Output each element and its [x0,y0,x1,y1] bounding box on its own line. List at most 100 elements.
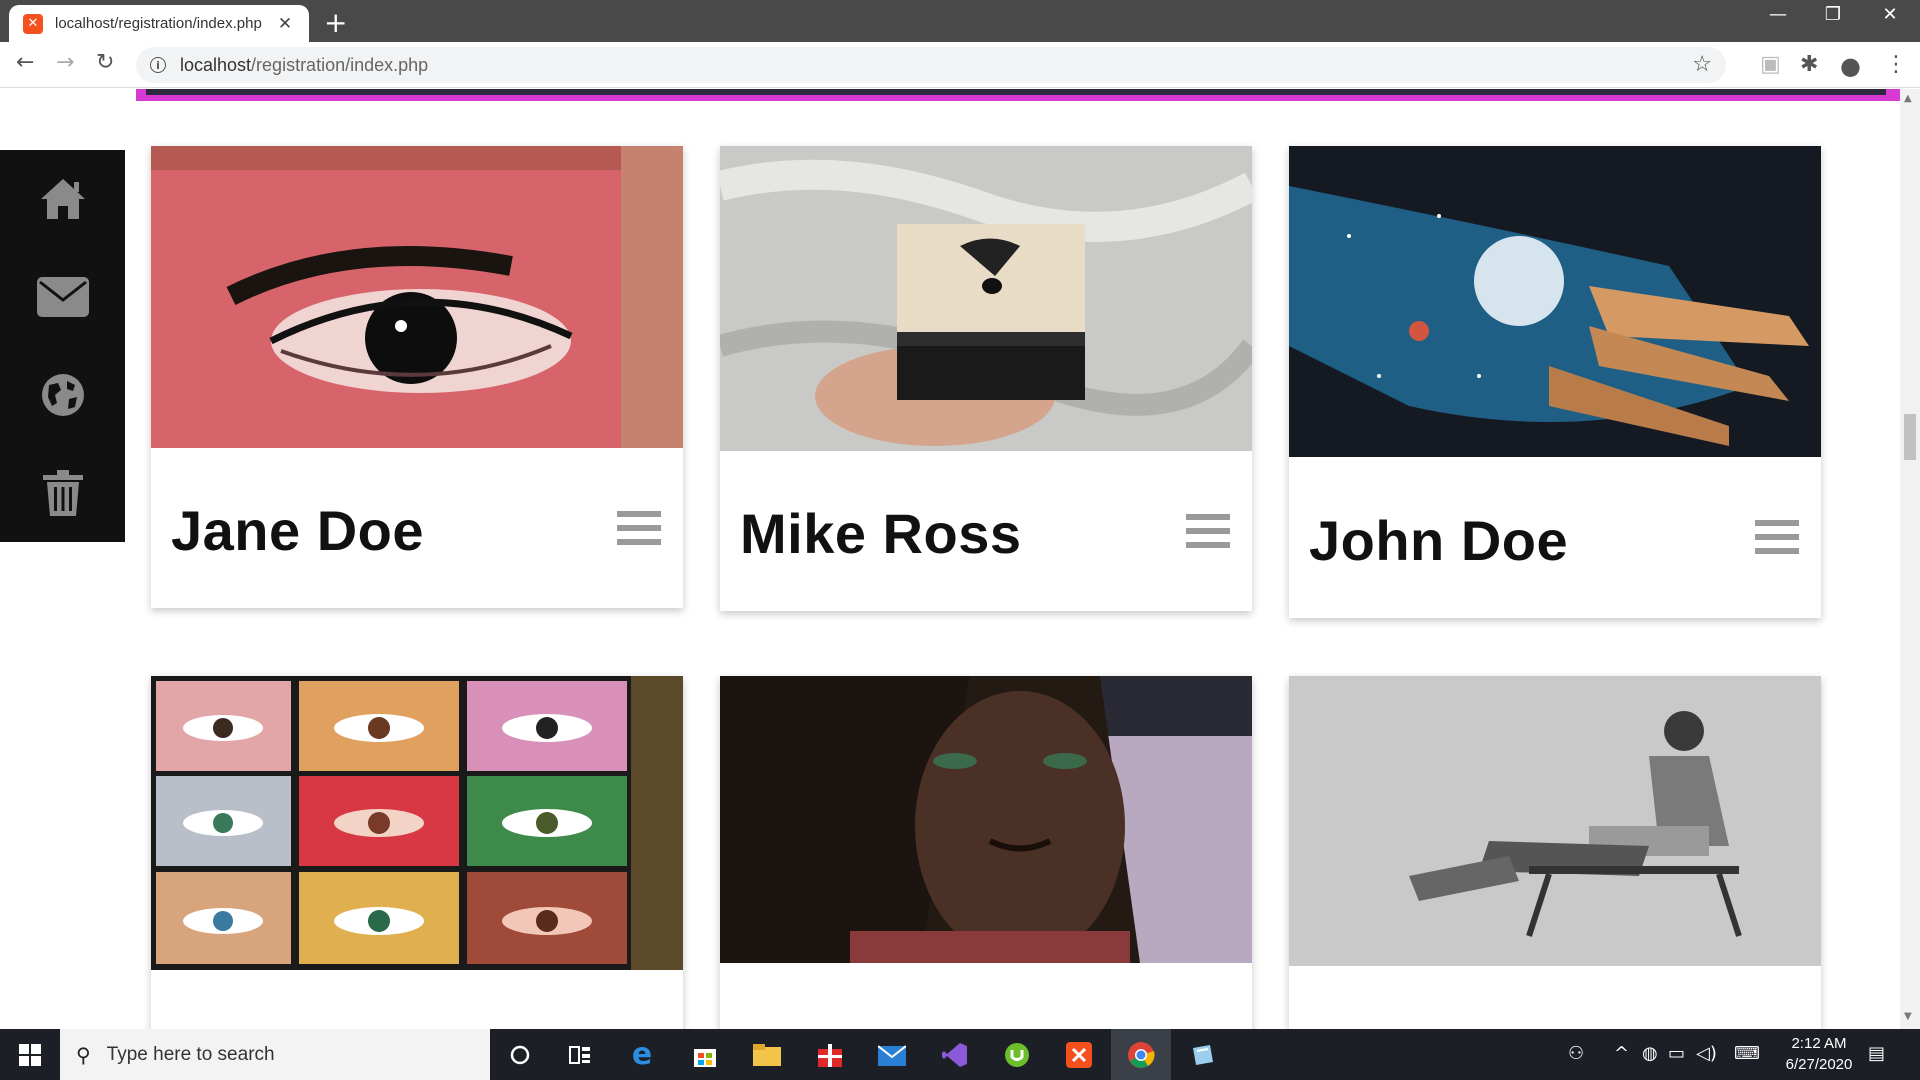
galaxy-hand-image [1289,146,1821,457]
scroll-down-icon[interactable]: ▼ [1904,1011,1912,1022]
card-image[interactable] [720,676,1252,963]
utorrent-logo-icon [1005,1042,1029,1067]
scroll-up-icon[interactable]: ▲ [1904,93,1912,104]
pencil-sketch-image [1289,676,1821,966]
sidebar-item-globe[interactable] [0,346,125,444]
url-text[interactable]: localhost/registration/index.php [180,55,428,76]
artist-name: Jane Doe [171,499,424,562]
scrollbar-thumb[interactable] [1904,414,1916,460]
taskbar-search-box[interactable]: ⚲ Type here to search [60,1029,490,1080]
edge-browser-icon[interactable]: e [612,1029,672,1080]
bookmark-star-icon[interactable]: ☆ [1692,52,1712,77]
forward-arrow-icon[interactable]: → [56,50,74,75]
store-icon[interactable] [675,1029,735,1080]
network-globe-icon[interactable]: ◍ [1642,1043,1658,1064]
artist-card[interactable] [720,676,1252,1029]
notification-center-icon[interactable]: ▤ [1868,1043,1885,1064]
page-scrollbar[interactable]: ▲ ▼ [1900,89,1920,1029]
search-placeholder: Type here to search [106,1043,275,1065]
close-tab-icon[interactable]: ✕ [275,14,295,34]
url-path: /registration/index.php [251,54,429,75]
taskbar-clock[interactable]: 2:12 AM 6/27/2020 [1764,1033,1874,1075]
tray-chevron-icon[interactable]: ^ [1614,1043,1629,1064]
visual-studio-icon[interactable] [925,1029,985,1080]
edge-e-icon: e [631,1037,653,1072]
globe-icon [41,374,84,416]
card-image[interactable] [151,146,683,448]
card-menu-icon[interactable] [617,511,661,553]
gift-box-icon [818,1043,842,1067]
keyboard-icon[interactable]: ⌨ [1734,1043,1760,1064]
envelope-icon [36,277,89,317]
ink-drawing-image [720,146,1252,451]
portrait-painting-image [720,676,1252,963]
profile-avatar-icon[interactable]: ● [1840,52,1861,80]
utorrent-icon[interactable] [987,1029,1047,1080]
address-bar[interactable]: i localhost/registration/index.php ☆ [136,47,1726,83]
restore-button[interactable]: ❐ [1803,4,1863,25]
card-menu-icon[interactable] [1186,514,1230,556]
close-window-button[interactable]: ✕ [1860,4,1920,25]
card-image[interactable] [1289,676,1821,966]
banner-image-edge [146,89,1886,95]
sidebar-nav [0,150,125,542]
sidebar-item-mail[interactable] [0,248,125,346]
back-arrow-icon[interactable]: ← [16,50,34,75]
menu-kebab-icon[interactable]: ⋮ [1885,52,1907,77]
browser-tab-strip: ✕ localhost/registration/index.php ✕ + —… [0,0,1920,42]
mail-envelope-icon [878,1044,906,1066]
card-image[interactable] [151,676,683,970]
start-button[interactable] [0,1029,60,1080]
url-host: localhost [180,54,252,75]
artist-card[interactable]: Jane Doe [151,146,683,608]
battery-icon[interactable]: ▭ [1668,1043,1685,1064]
artist-card[interactable]: John Doe [1289,146,1821,618]
sql-tool-logo-icon [1193,1044,1213,1065]
tab-title: localhost/registration/index.php [55,15,262,32]
site-info-icon[interactable]: i [150,57,166,73]
chrome-icon[interactable] [1111,1029,1171,1080]
task-view-icon[interactable] [550,1029,610,1080]
extensions-puzzle-icon[interactable]: ✱ [1800,52,1818,77]
artist-card[interactable] [151,676,683,1029]
header-banner [136,89,1900,101]
sidebar-item-home[interactable] [0,150,125,248]
xampp-logo-icon [1066,1041,1092,1068]
artist-card[interactable] [1289,676,1821,1029]
cortana-icon[interactable] [490,1029,550,1080]
people-icon[interactable]: ⚇ [1568,1043,1584,1064]
file-explorer-icon[interactable] [737,1029,797,1080]
search-icon: ⚲ [76,1042,91,1067]
xampp-favicon-icon: ✕ [23,13,43,34]
browser-toolbar: ← → ↻ i localhost/registration/index.php… [0,42,1920,88]
card-image[interactable] [720,146,1252,451]
reload-icon[interactable]: ↻ [96,50,114,75]
browser-tab[interactable]: ✕ localhost/registration/index.php ✕ [9,5,309,42]
card-menu-icon[interactable] [1755,520,1799,562]
new-tab-button[interactable]: + [324,6,347,39]
home-icon [40,179,85,219]
task-view-glyph-icon [569,1045,590,1064]
windows-taskbar: ⚲ Type here to search e ⚇ ^ ◍ ▭ ◁) ⌨ 2:1… [0,1029,1920,1080]
extension-pocket-icon[interactable]: ▣ [1760,52,1781,77]
minimize-button[interactable]: — [1748,4,1808,25]
mail-app-icon[interactable] [862,1029,922,1080]
clock-time: 2:12 AM [1791,1035,1847,1052]
gift-app-icon[interactable] [800,1029,860,1080]
xampp-icon[interactable] [1049,1029,1109,1080]
sql-tool-icon[interactable] [1173,1029,1233,1080]
store-bag-icon [694,1048,716,1067]
artist-card[interactable]: Mike Ross [720,146,1252,611]
windows-logo-icon [19,1043,41,1066]
artist-name: Mike Ross [740,502,1022,565]
clock-date: 6/27/2020 [1785,1056,1853,1073]
eyes-grid-image [151,676,683,970]
folder-icon [753,1043,781,1066]
vs-logo-icon [942,1042,967,1067]
sidebar-item-trash[interactable] [0,444,125,542]
card-image[interactable] [1289,146,1821,457]
volume-icon[interactable]: ◁) [1696,1043,1717,1064]
eye-painting-image [151,146,683,448]
chrome-logo-icon [1128,1041,1155,1068]
trash-icon [42,470,83,516]
